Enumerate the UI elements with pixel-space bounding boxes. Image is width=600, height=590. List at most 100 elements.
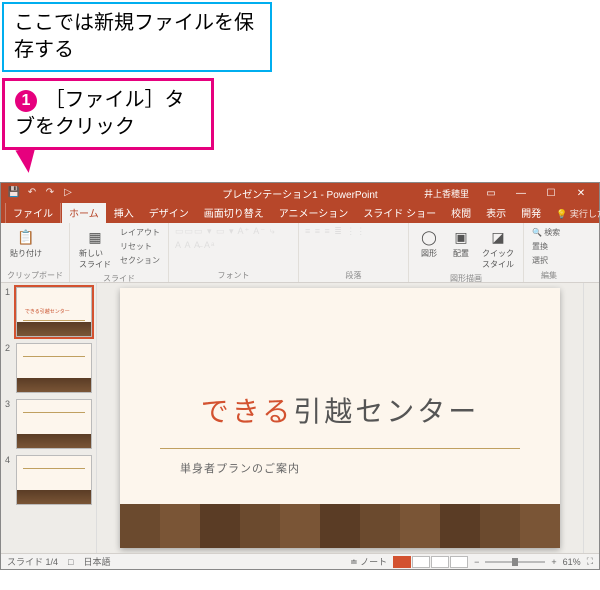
group-paragraph: ≡ ≡ ≡ ≣ ⋮⋮ 段落	[299, 223, 409, 282]
section-button[interactable]: セクション	[118, 254, 162, 267]
zoom-percent[interactable]: 61%	[563, 557, 581, 567]
slide-canvas[interactable]: できる引越センター 単身者プランのご案内	[97, 283, 583, 553]
group-editing: 🔍 検索 置換 選択 編集	[524, 223, 574, 282]
view-reading-icon[interactable]	[431, 556, 449, 568]
slide-1[interactable]: できる引越センター 単身者プランのご案内	[120, 288, 560, 548]
tell-me-label: 実行したい作業を入力してください	[570, 209, 600, 219]
view-buttons	[393, 556, 468, 568]
qat-startshow-icon[interactable]: ▷	[61, 186, 75, 200]
tab-developer[interactable]: 開発	[514, 202, 548, 223]
thumb-number: 4	[5, 455, 13, 505]
slide-title[interactable]: できる引越センター	[120, 390, 560, 430]
fit-to-window-icon[interactable]: ⛶	[587, 556, 593, 567]
quick-styles-icon: ◪	[488, 227, 508, 247]
reset-button[interactable]: リセット	[118, 240, 162, 253]
tab-review[interactable]: 校閲	[444, 202, 478, 223]
ribbon-tabs: ファイル ホーム 挿入 デザイン 画面切り替え アニメーション スライド ショー…	[1, 203, 599, 223]
signed-in-user[interactable]: 井上香穂里	[418, 187, 475, 200]
arrange-label: 配置	[453, 248, 469, 259]
slide-subtitle[interactable]: 単身者プランのご案内	[180, 460, 300, 476]
group-font: ▭▭▭ ▾ ▭ ▾ A⁺ A⁻ ⤷ A A A̶ Aᵃ フォント	[169, 223, 299, 282]
arrange-icon: ▣	[451, 227, 471, 247]
notes-button[interactable]: ≐ ノート	[350, 555, 387, 568]
work-area: 1 できる引越センター 2 3 4 できる引越センター 単	[1, 283, 599, 553]
thumbnail-slide-3[interactable]: 3	[5, 399, 92, 449]
ribbon-options-icon[interactable]: ▭	[477, 183, 505, 203]
view-sorter-icon[interactable]	[412, 556, 430, 568]
tellme-icon: 💡	[556, 209, 567, 219]
quick-styles-button[interactable]: ◪クイック スタイル	[479, 226, 517, 271]
tab-insert[interactable]: 挿入	[107, 202, 141, 223]
thumbnail-slide-2[interactable]: 2	[5, 343, 92, 393]
group-font-label: フォント	[175, 268, 292, 281]
view-normal-icon[interactable]	[393, 556, 411, 568]
group-slides: ▦ 新しい スライド レイアウト リセット セクション スライド	[70, 223, 169, 282]
new-slide-button[interactable]: ▦ 新しい スライド	[76, 226, 114, 271]
close-button[interactable]: ✕	[567, 183, 595, 203]
qat-redo-icon[interactable]: ↷	[43, 186, 57, 200]
slide-thumbnails-pane[interactable]: 1 できる引越センター 2 3 4	[1, 283, 97, 553]
zoom-out-button[interactable]: −	[474, 557, 479, 567]
powerpoint-window: 💾 ↶ ↷ ▷ プレゼンテーション1 - PowerPoint 井上香穂里 ▭ …	[0, 182, 600, 570]
paragraph-controls: ≡ ≡ ≡ ≣ ⋮⋮	[305, 226, 366, 237]
paste-button[interactable]: 📋 貼り付け	[7, 226, 45, 260]
quick-styles-label: クイック スタイル	[482, 248, 514, 270]
slide-title-rest: 引越センター	[293, 397, 479, 428]
thumb-number: 3	[5, 399, 13, 449]
shapes-icon: ◯	[419, 227, 439, 247]
statusbar: スライド 1/4 □ 日本語 ≐ ノート コメント − + 61% ⛶	[1, 553, 599, 569]
font-controls-disabled: ▭▭▭ ▾ ▭ ▾ A⁺ A⁻ ⤷	[175, 226, 276, 237]
thumb-number: 1	[5, 287, 13, 337]
find-button[interactable]: 🔍 検索	[530, 226, 562, 239]
thumbnail-slide-4[interactable]: 4	[5, 455, 92, 505]
language-indicator[interactable]: 日本語	[83, 555, 110, 568]
shapes-label: 図形	[421, 248, 437, 259]
tab-animations[interactable]: アニメーション	[272, 202, 356, 223]
callout-step-1: 1 ［ファイル］タブをクリック	[2, 78, 214, 150]
thumb1-title: できる引越センター	[25, 308, 70, 315]
step-number-badge: 1	[15, 90, 37, 112]
maximize-button[interactable]: ☐	[537, 183, 565, 203]
zoom-slider[interactable]	[485, 561, 545, 563]
slide-wood-footer	[120, 504, 560, 548]
tab-transitions[interactable]: 画面切り替え	[197, 202, 271, 223]
tell-me-box[interactable]: 💡 実行したい作業を入力してください	[549, 204, 600, 223]
view-slideshow-icon[interactable]	[450, 556, 468, 568]
group-editing-label: 編集	[530, 268, 568, 281]
thumb-number: 2	[5, 343, 13, 393]
tab-design[interactable]: デザイン	[142, 202, 196, 223]
callout-pointer	[15, 148, 38, 175]
tab-view[interactable]: 表示	[479, 202, 513, 223]
layout-button[interactable]: レイアウト	[118, 226, 162, 239]
document-title: プレゼンテーション1 - PowerPoint	[222, 186, 377, 201]
slide-title-accent: できる	[201, 397, 293, 428]
vertical-scrollbar[interactable]	[583, 283, 599, 553]
paste-label: 貼り付け	[10, 248, 42, 259]
font-style-controls: A A A̶ Aᵃ	[175, 240, 215, 250]
titlebar: 💾 ↶ ↷ ▷ プレゼンテーション1 - PowerPoint 井上香穂里 ▭ …	[1, 183, 599, 203]
group-clipboard: 📋 貼り付け クリップボード	[1, 223, 70, 282]
minimize-button[interactable]: —	[507, 183, 535, 203]
group-drawing: ◯図形 ▣配置 ◪クイック スタイル 図形描画	[409, 223, 524, 282]
spellcheck-icon[interactable]: □	[68, 557, 73, 567]
ribbon: 📋 貼り付け クリップボード ▦ 新しい スライド レイアウト リセット セクシ…	[1, 223, 599, 283]
shapes-button[interactable]: ◯図形	[415, 226, 443, 260]
callout-context: ここでは新規ファイルを保存する	[2, 2, 272, 72]
group-clipboard-label: クリップボード	[7, 268, 63, 281]
paste-icon: 📋	[16, 227, 36, 247]
zoom-in-button[interactable]: +	[551, 557, 556, 567]
qat-save-icon[interactable]: 💾	[7, 186, 21, 200]
replace-button[interactable]: 置換	[530, 240, 562, 253]
select-button[interactable]: 選択	[530, 254, 562, 267]
slide-counter[interactable]: スライド 1/4	[7, 555, 58, 568]
tab-file[interactable]: ファイル	[5, 201, 61, 223]
callout-step-text: ［ファイル］タブをクリック	[15, 89, 185, 138]
tab-home[interactable]: ホーム	[62, 202, 106, 223]
qat-undo-icon[interactable]: ↶	[25, 186, 39, 200]
arrange-button[interactable]: ▣配置	[447, 226, 475, 260]
new-slide-icon: ▦	[85, 227, 105, 247]
thumbnail-slide-1[interactable]: 1 できる引越センター	[5, 287, 92, 337]
find-label: 検索	[544, 228, 560, 237]
new-slide-label: 新しい スライド	[79, 248, 111, 270]
tab-slideshow[interactable]: スライド ショー	[356, 202, 443, 223]
